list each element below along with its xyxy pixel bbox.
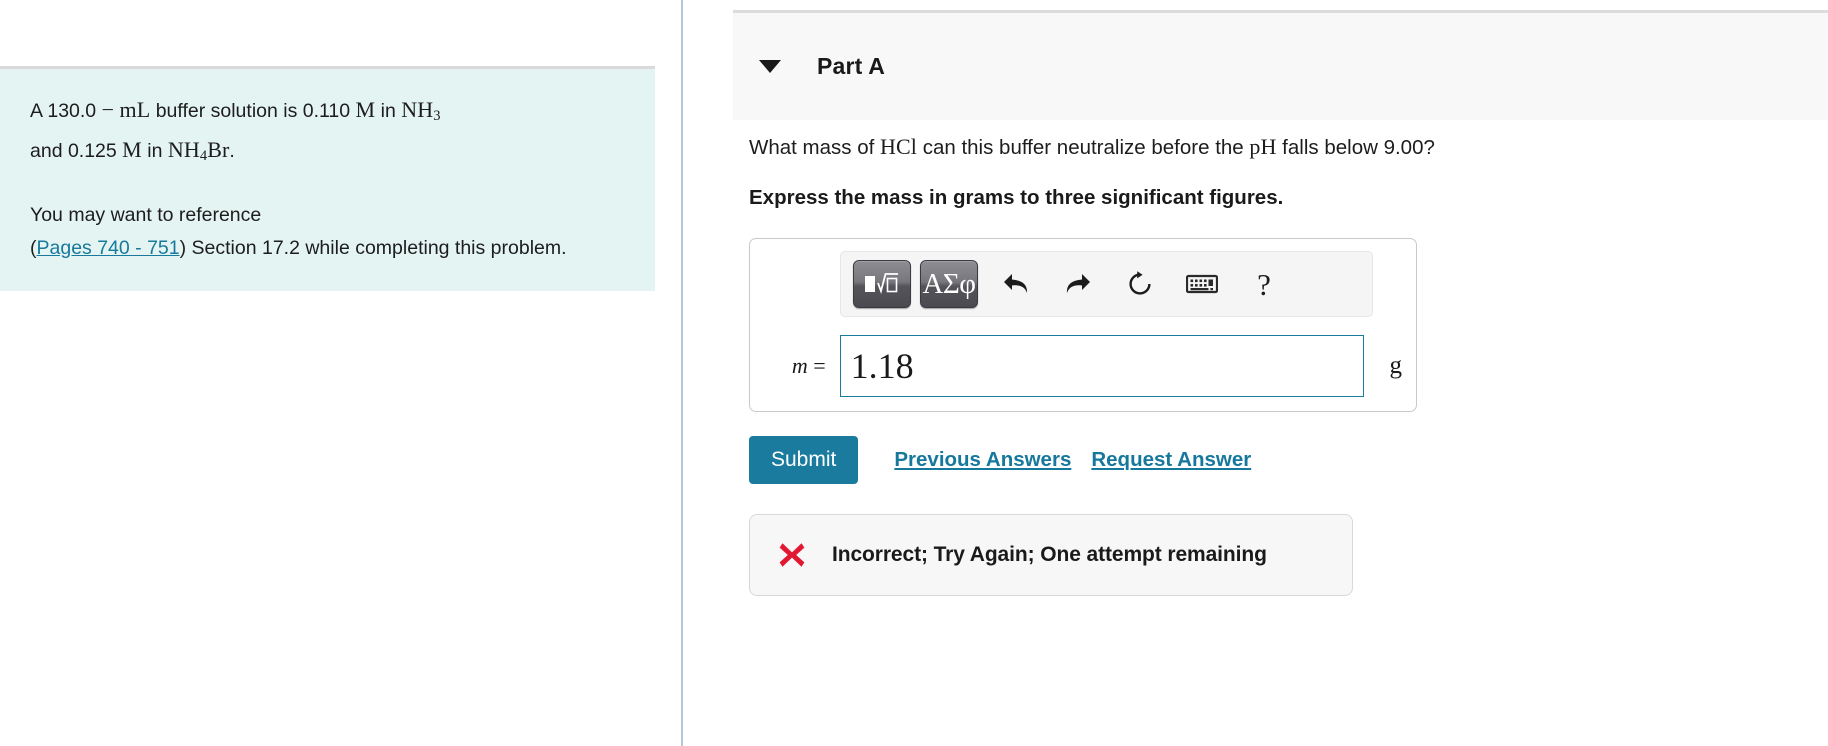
question-text: What mass of HCl can this buffer neutral… — [749, 120, 1828, 162]
part-title: Part A — [817, 53, 886, 79]
feedback-box: Incorrect; Try Again; One attempt remain… — [749, 514, 1353, 596]
submit-button[interactable]: Submit — [749, 436, 859, 484]
previous-answers-link[interactable]: Previous Answers — [894, 448, 1071, 472]
help-icon[interactable]: ? — [1235, 261, 1293, 307]
answer-input-value: 1.18 — [850, 346, 914, 386]
problem-text-pre: A 130.0 — [30, 100, 102, 122]
problem-statement-box: A 130.0 − mL buffer solution is 0.110 M … — [0, 66, 655, 292]
problem-text-mid: buffer solution is 0.110 — [150, 100, 356, 122]
reference-note-text: You may want to reference — [30, 204, 262, 227]
redo-icon[interactable] — [1049, 261, 1107, 307]
x-mark-icon — [778, 541, 806, 569]
answer-right-pane: Part A What mass of HCl can this buffer … — [683, 0, 1828, 746]
formula-ph: pH — [1249, 134, 1277, 159]
problem-left-pane: A 130.0 − mL buffer solution is 0.110 M … — [0, 0, 681, 746]
part-header[interactable]: Part A — [733, 10, 1828, 120]
pages-reference-link[interactable]: Pages 740 - 751 — [37, 237, 180, 259]
keyboard-icon[interactable] — [1173, 261, 1231, 307]
unit-molarity-2: M — [122, 137, 142, 163]
reference-note: You may want to reference (Pages 740 - 75… — [30, 199, 625, 265]
question-post: falls below 9.00? — [1276, 136, 1435, 159]
minus-sign: − — [101, 97, 115, 122]
caret-down-icon[interactable] — [759, 60, 781, 73]
undo-icon[interactable] — [987, 261, 1045, 307]
part-body: What mass of HCl can this buffer neutral… — [733, 120, 1828, 746]
formula-nh4br: NH4Br — [167, 137, 230, 165]
unit-molarity-1: M — [355, 97, 376, 122]
problem-text-line2-pre: and 0.125 — [30, 140, 123, 163]
request-answer-link[interactable]: Request Answer — [1091, 448, 1251, 472]
answer-row: m = 1.18 g — [764, 335, 1402, 397]
actions-row: Submit Previous Answers Request Answer — [749, 436, 1828, 484]
problem-text-in-1: in — [375, 100, 402, 122]
reference-tail-text: ) Section 17.2 while completing this pro… — [179, 237, 567, 260]
greek-symbols-button[interactable]: ΑΣφ — [920, 260, 978, 308]
reset-icon[interactable] — [1111, 261, 1169, 307]
instruction-text: Express the mass in grams to three signi… — [749, 186, 1284, 209]
problem-text-in-2: in — [141, 140, 168, 163]
formula-nh3: NH3 — [401, 97, 441, 125]
problem-statement-line: A 130.0 − mL buffer solution is 0.110 M … — [30, 93, 625, 173]
formula-hcl: HCl — [880, 134, 917, 159]
answer-widget: ΑΣφ ? m = 1.18 g — [749, 238, 1417, 412]
unit-ml: mL — [119, 97, 151, 122]
answer-variable-label: m = — [791, 353, 826, 378]
answer-unit-label: g — [1389, 352, 1403, 379]
greek-symbols-label: ΑΣφ — [922, 267, 976, 300]
answer-input[interactable]: 1.18 — [839, 335, 1364, 397]
template-sqrt-button[interactable] — [853, 260, 911, 308]
math-toolbar: ΑΣφ ? — [840, 251, 1373, 317]
question-pre: What mass of — [749, 136, 881, 159]
template-sqrt-icon — [865, 273, 898, 294]
problem-period: . — [229, 140, 235, 163]
feedback-message: Incorrect; Try Again; One attempt remain… — [832, 543, 1267, 566]
question-mid: can this buffer neutralize before the — [917, 136, 1250, 159]
help-label: ? — [1257, 266, 1271, 302]
